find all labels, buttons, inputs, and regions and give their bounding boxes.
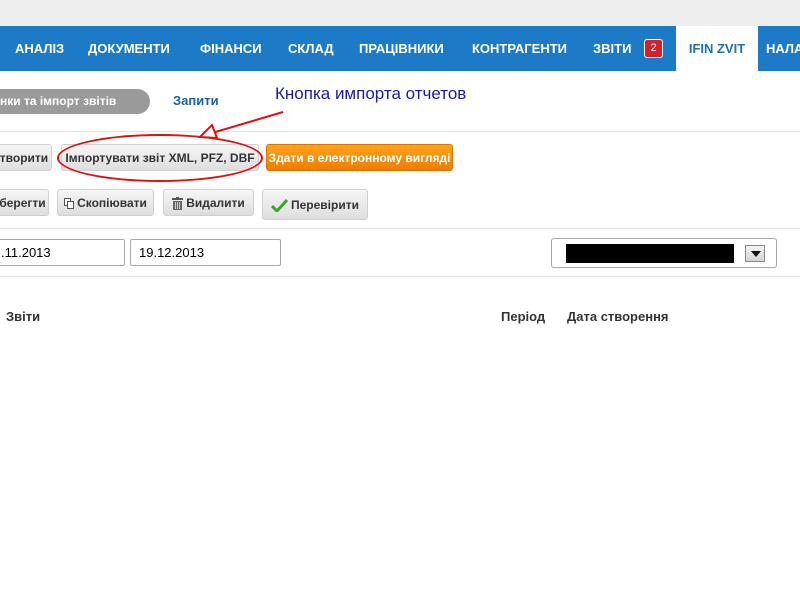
copy-button-label: Скопіювати (77, 196, 147, 210)
copy-icon (64, 198, 75, 210)
date-from-input[interactable]: .11.2013 (0, 239, 125, 266)
trash-icon (172, 197, 184, 211)
nav-item-employees[interactable]: ПРАЦІВНИКИ (359, 26, 444, 71)
import-report-button[interactable]: Імпортувати звіт XML, PFZ, DBF (61, 144, 259, 171)
column-header-created-date[interactable]: Дата створення (567, 309, 669, 324)
nav-item-ifin-zvit[interactable]: IFIN ZVIT (676, 26, 758, 71)
tab-requests[interactable]: Запити (173, 93, 219, 108)
top-strip (0, 0, 800, 26)
page: АНАЛІЗ ДОКУМЕНТИ ФІНАНСИ СКЛАД ПРАЦІВНИК… (0, 0, 800, 600)
chevron-down-icon[interactable] (745, 245, 765, 262)
check-button-label: Перевірити (291, 198, 359, 212)
save-button[interactable]: берегти (0, 189, 49, 216)
sub-tabs: нки та імпорт звітів Запити Кнопка импор… (0, 71, 800, 131)
submit-electronic-button[interactable]: Здати в електронному вигляді (266, 144, 453, 171)
check-button[interactable]: Перевірити (262, 189, 368, 220)
redacted-value (566, 244, 734, 263)
date-to-input[interactable]: 19.12.2013 (130, 239, 281, 266)
tab-blanks-import[interactable]: нки та імпорт звітів (0, 89, 150, 114)
column-header-period[interactable]: Період (501, 309, 545, 324)
nav-item-analysis[interactable]: АНАЛІЗ (15, 26, 64, 71)
create-button[interactable]: творити (0, 144, 52, 171)
nav-item-warehouse[interactable]: СКЛАД (288, 26, 334, 71)
checkmark-icon (271, 199, 288, 213)
delete-button-label: Видалити (186, 196, 245, 210)
divider (0, 276, 800, 277)
reports-count-badge: 2 (644, 39, 663, 58)
nav-item-counterparties[interactable]: КОНТРАГЕНТИ (472, 26, 567, 71)
divider (0, 131, 800, 132)
annotation-label: Кнопка импорта отчетов (275, 84, 467, 103)
organization-select[interactable] (551, 238, 777, 268)
nav-item-documents[interactable]: ДОКУМЕНТИ (88, 26, 170, 71)
copy-button[interactable]: Скопіювати (57, 189, 154, 216)
divider (0, 228, 800, 229)
nav-item-reports[interactable]: ЗВІТИ (593, 26, 631, 71)
delete-button[interactable]: Видалити (163, 189, 254, 216)
main-navbar: АНАЛІЗ ДОКУМЕНТИ ФІНАНСИ СКЛАД ПРАЦІВНИК… (0, 26, 800, 71)
nav-item-settings[interactable]: НАЛА (766, 26, 800, 71)
column-header-reports[interactable]: Звіти (6, 309, 40, 324)
nav-item-finance[interactable]: ФІНАНСИ (200, 26, 262, 71)
